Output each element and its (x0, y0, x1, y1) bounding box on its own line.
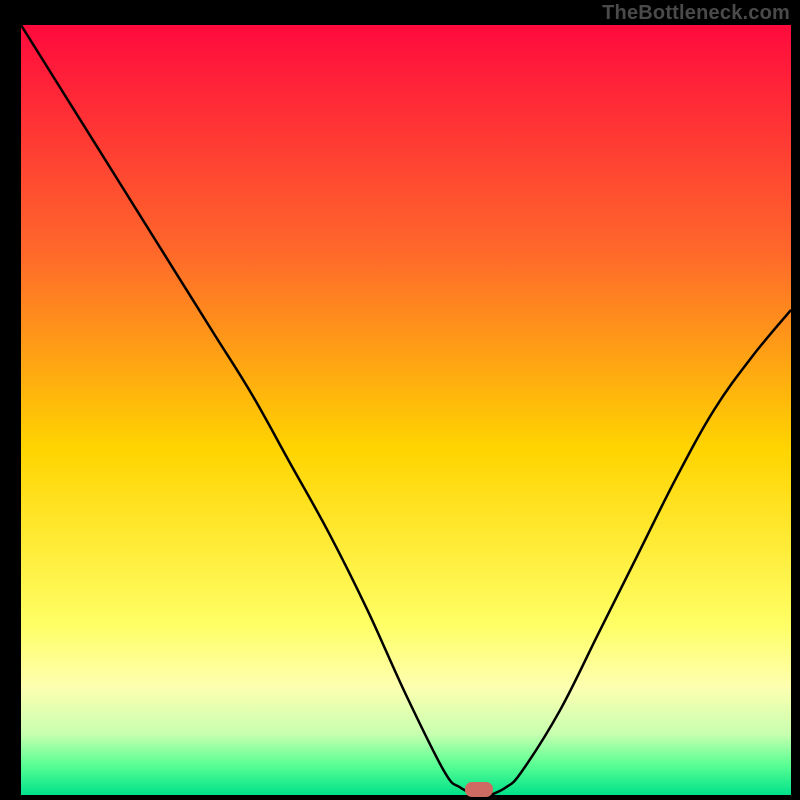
chart-frame: TheBottleneck.com (0, 0, 800, 800)
watermark-text: TheBottleneck.com (602, 2, 790, 25)
min-marker (465, 782, 493, 797)
gradient-background (21, 25, 791, 795)
plot-area (21, 25, 791, 795)
plot-svg (21, 25, 791, 795)
